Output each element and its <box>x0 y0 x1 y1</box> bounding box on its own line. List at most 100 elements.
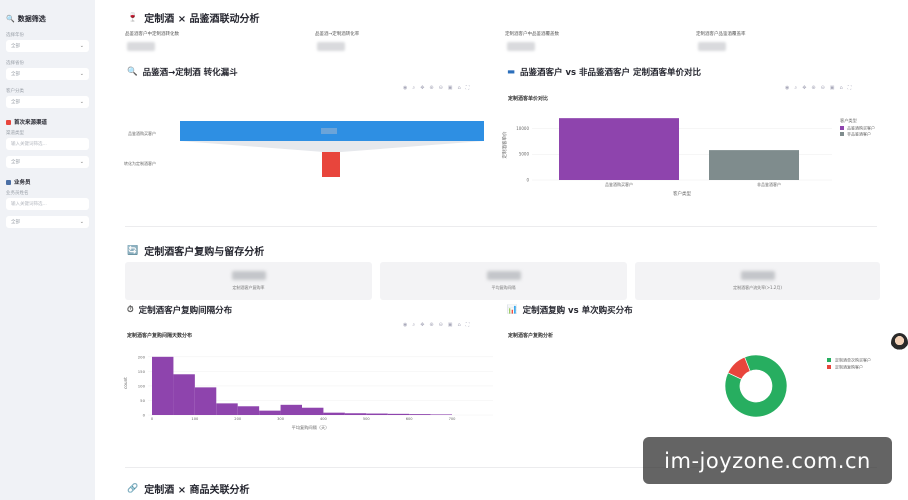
year-select[interactable]: 全部 ⌄ <box>6 40 89 52</box>
sales-search-input[interactable]: 输入关键词筛选... <box>6 198 89 210</box>
metric-card: 平均复购间隔 <box>380 262 627 300</box>
chevron-down-icon: ⌄ <box>79 99 84 105</box>
camera-icon[interactable]: ◉ <box>785 85 789 91</box>
x-tick-label: 100 <box>191 417 199 421</box>
reset-icon[interactable]: ⌂ <box>840 85 843 91</box>
fullscreen-icon[interactable]: ⛶ <box>466 85 470 91</box>
magnifier-icon: 🔍 <box>127 67 138 77</box>
histogram-bar[interactable] <box>323 412 345 415</box>
metric-card-value <box>486 271 521 280</box>
funnel-label: 品鉴酒购买客户 <box>128 130 156 136</box>
chevron-down-icon: ⌄ <box>79 43 84 49</box>
histogram-bar[interactable] <box>366 413 388 415</box>
histogram-bar[interactable] <box>237 406 260 415</box>
pan-icon[interactable]: ✥ <box>420 322 424 328</box>
zoom-icon[interactable]: ⌕ <box>794 85 797 91</box>
bar-chart-icon: 📊 <box>507 305 518 315</box>
metric-value <box>507 42 535 51</box>
metric-label: 定制酒客户品鉴酒覆盖率 <box>696 32 746 37</box>
histogram-bar[interactable] <box>409 414 431 415</box>
source-search-input[interactable]: 输入关键词筛选... <box>6 138 89 150</box>
source-section-text: 首次来源渠道 <box>14 120 48 126</box>
funnel-bar-custom[interactable] <box>322 152 340 177</box>
funnel-title: 🔍 品鉴酒→定制酒 转化漏斗 <box>127 66 238 78</box>
histogram-bar[interactable] <box>387 413 410 415</box>
customer-class-label: 客户分类 <box>6 89 24 94</box>
autoscale-icon[interactable]: ▣ <box>448 85 453 91</box>
interval-title: ⏱ 定制酒客户复购间隔分布 <box>127 304 232 316</box>
histogram-bar[interactable] <box>173 374 195 415</box>
histogram-bar[interactable] <box>194 387 217 415</box>
bar[interactable] <box>709 150 799 180</box>
sidebar-title-text: 数据筛选 <box>17 15 46 23</box>
section1-title: 🍷 定制酒 × 品鉴酒联动分析 <box>127 10 260 26</box>
zoom-in-icon[interactable]: ⊕ <box>811 85 815 91</box>
zoom-in-icon[interactable]: ⊕ <box>429 322 433 328</box>
sidebar: 🔍 数据筛选 选择年份 全部 ⌄ 选择省份 全部 ⌄ 客户分类 全部 ⌄ 首次来源渠道… <box>0 0 95 500</box>
metric-value <box>698 42 726 51</box>
reset-icon[interactable]: ⌂ <box>458 85 461 91</box>
metric-label: 品鉴酒→定制酒转化率 <box>315 32 360 37</box>
zoom-in-icon[interactable]: ⊕ <box>429 85 433 91</box>
camera-icon[interactable]: ◉ <box>403 85 407 91</box>
source-type-label: 渠道类型 <box>6 131 24 136</box>
pan-icon[interactable]: ✥ <box>802 85 806 91</box>
zoom-out-icon[interactable]: ⊖ <box>439 322 443 328</box>
histogram-bar[interactable] <box>280 404 302 415</box>
province-select[interactable]: 全部 ⌄ <box>6 68 89 80</box>
reset-icon[interactable]: ⌂ <box>458 322 461 328</box>
funnel-title-text: 品鉴酒→定制酒 转化漏斗 <box>142 68 238 78</box>
histogram-bar[interactable] <box>216 403 238 415</box>
histogram-bar[interactable] <box>430 414 452 415</box>
camera-icon[interactable]: ◉ <box>403 322 407 328</box>
bar[interactable] <box>559 118 679 180</box>
compare-title-text: 品鉴酒客户 vs 非品鉴酒客户 定制酒客单价对比 <box>520 68 702 78</box>
main-content: 🍷 定制酒 × 品鉴酒联动分析 品鉴酒客户中定制酒转化数 品鉴酒→定制酒转化率 … <box>95 0 908 500</box>
autoscale-icon[interactable]: ▣ <box>830 85 835 91</box>
divider <box>125 226 877 227</box>
compare-chart: 0500010000品鉴酒购买客户 非品鉴酒客户客户类型定制酒客单价客户类型品鉴酒… <box>501 117 875 197</box>
sales-section-text: 业务员 <box>14 180 31 186</box>
person-icon <box>6 179 11 185</box>
avatar[interactable] <box>891 333 908 353</box>
legend-label: 定制酒单次购买客户 <box>835 357 871 363</box>
interval-toolbar: ◉ ⌕ ✥ ⊕ ⊖ ▣ ⌂ ⛶ <box>403 322 469 328</box>
histogram-bar[interactable] <box>344 413 367 415</box>
zoom-icon[interactable]: ⌕ <box>412 322 415 328</box>
source-select[interactable]: 全部 ⌄ <box>6 156 89 168</box>
metric-card-label: 定制酒客户复购率 <box>232 285 265 290</box>
repeat-donut-chart: 定制酒单次购买客户定制酒复购客户 <box>724 354 871 418</box>
legend-label: 定制酒复购客户 <box>835 364 863 370</box>
y-axis-title: 定制酒客单价 <box>501 131 508 158</box>
sales-select[interactable]: 全部 ⌄ <box>6 216 89 228</box>
metric-value <box>127 42 155 51</box>
refresh-icon: 🔄 <box>127 245 139 256</box>
fullscreen-icon[interactable]: ⛶ <box>466 322 470 328</box>
funnel-label: 转化为定制酒客户 <box>124 160 156 166</box>
fullscreen-icon[interactable]: ⛶ <box>848 85 852 91</box>
histogram-bar[interactable] <box>302 407 324 415</box>
metric-card-label: 定制酒客户流失率(>1.2月) <box>733 285 782 290</box>
customer-class-select[interactable]: 全部 ⌄ <box>6 96 89 108</box>
pan-icon[interactable]: ✥ <box>420 85 424 91</box>
legend-swatch <box>840 132 844 136</box>
histogram-bar[interactable] <box>259 410 281 415</box>
x-tick-label: 700 <box>449 417 457 421</box>
x-tick-label: 500 <box>363 417 371 421</box>
histogram-bar[interactable] <box>152 356 174 415</box>
zoom-out-icon[interactable]: ⊖ <box>439 85 443 91</box>
interval-chart-title: 定制酒客户复购间隔天数分布 <box>127 333 193 339</box>
legend-swatch <box>827 365 831 369</box>
metric-label: 定制酒客户中品鉴酒覆盖数 <box>505 32 559 37</box>
interval-title-text: 定制酒客户复购间隔分布 <box>138 306 233 316</box>
x-tick-label: 200 <box>234 417 242 421</box>
zoom-out-icon[interactable]: ⊖ <box>821 85 825 91</box>
customer-class-value: 全部 <box>11 100 20 105</box>
autoscale-icon[interactable]: ▣ <box>448 322 453 328</box>
search-icon: 🔍 <box>6 15 15 23</box>
zoom-icon[interactable]: ⌕ <box>412 85 415 91</box>
repeat-title-text: 定制酒复购 vs 单次购买分布 <box>522 306 633 316</box>
source-select-value: 全部 <box>11 160 20 165</box>
section3-title-text: 定制酒 × 商品关联分析 <box>144 485 250 496</box>
repeat-title: 📊 定制酒复购 vs 单次购买分布 <box>507 304 633 316</box>
